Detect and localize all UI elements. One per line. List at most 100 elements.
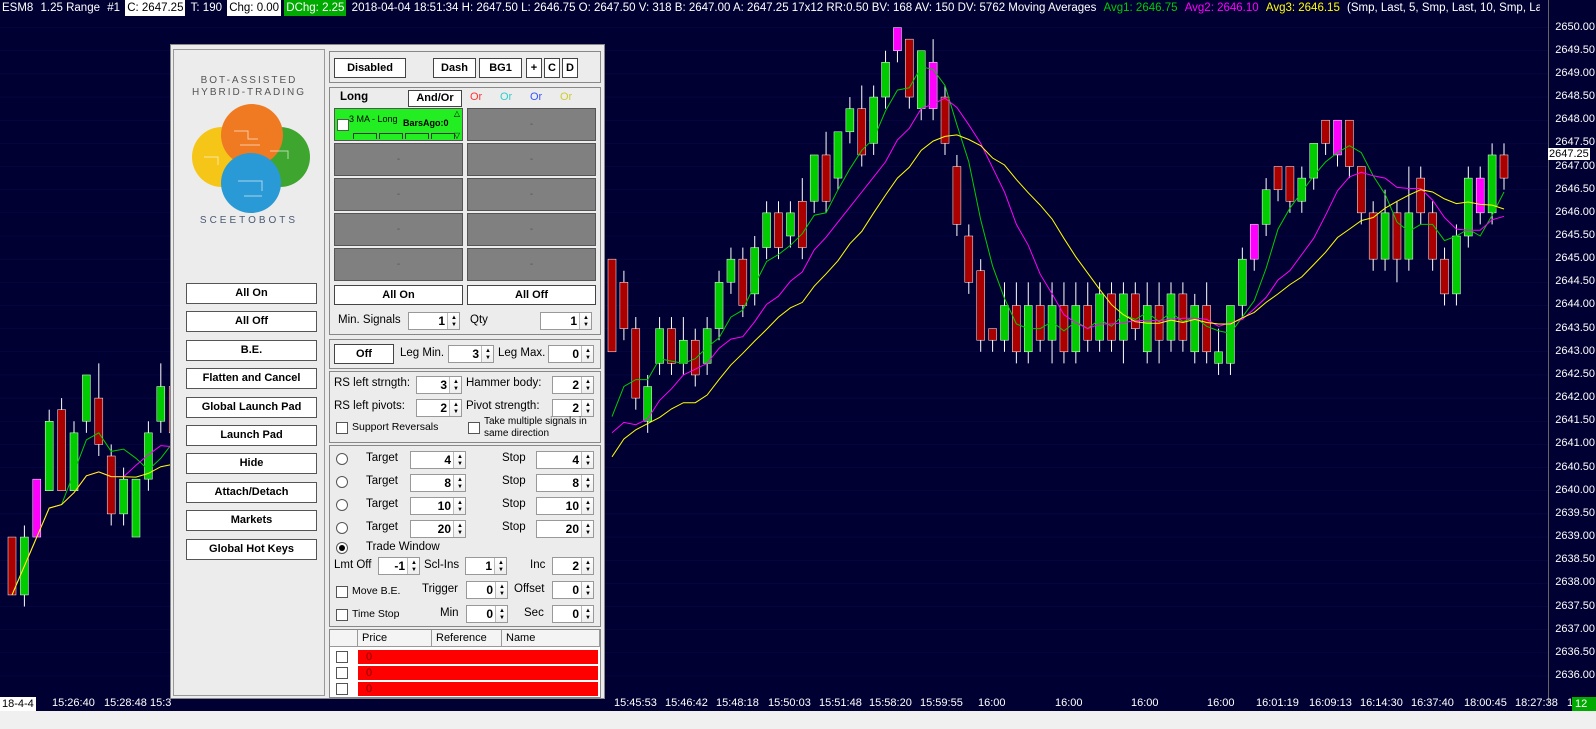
stop-stepper[interactable]: 10 ▲ ▼ [536,497,594,515]
all-on-button[interactable]: All On [186,283,317,304]
candle-body [798,201,807,248]
table-row[interactable]: 0 [358,682,598,696]
stop-stepper[interactable]: 4 ▲ ▼ [536,451,594,469]
col-price[interactable]: Price [358,630,432,646]
stop-stepper[interactable]: 20 ▲ ▼ [536,520,594,538]
or-label-2[interactable]: Or [500,91,512,103]
signal-slot[interactable]: - [467,108,596,141]
time-stop-checkbox[interactable] [336,609,348,621]
global-launch-pad-button[interactable]: Global Launch Pad [186,397,317,418]
stop-stepper[interactable]: 8 ▲ ▼ [536,474,594,492]
candle [798,178,807,260]
candle [976,259,985,352]
target-radio[interactable] [336,476,348,488]
col-reference[interactable]: Reference [432,630,502,646]
signal-slot[interactable]: - [334,213,463,246]
launch-pad-button[interactable]: Launch Pad [186,425,317,446]
support-reversals-checkbox[interactable] [336,422,348,434]
row-checkbox[interactable] [336,667,348,679]
and-or-button[interactable]: And/Or [408,90,462,107]
change-value: Chg: 0.00 [227,0,282,16]
signal-slot[interactable]: - [334,248,463,281]
leg-min-stepper[interactable]: 3 ▲ ▼ [448,345,494,363]
d-button[interactable]: D [562,58,578,78]
offset-stepper[interactable]: 0 ▲ ▼ [552,581,594,599]
inc-stepper[interactable]: 2 ▲ ▼ [552,557,594,575]
table-row[interactable]: 0 [358,666,598,680]
off-button[interactable]: Off [334,344,394,364]
target-stepper[interactable]: 4 ▲ ▼ [410,451,466,469]
candle-body [1261,189,1271,225]
target-stepper[interactable]: 20 ▲ ▼ [410,520,466,538]
candle [1404,166,1414,271]
min-signals-stepper[interactable]: 1 ▲ ▼ [408,312,460,330]
candle [1285,166,1295,213]
hammer-body-stepper[interactable]: 2 ▲ ▼ [552,376,594,394]
slot-up-arrow-icon[interactable]: △ [454,109,460,118]
b-e-button[interactable]: B.E. [186,340,317,361]
candle [1416,166,1425,225]
rs-pivots-stepper[interactable]: 2 ▲ ▼ [416,399,462,417]
target-stepper[interactable]: 10 ▲ ▼ [410,497,466,515]
slot-checkbox[interactable] [337,119,349,131]
c-button[interactable]: C [544,58,560,78]
hide-button[interactable]: Hide [186,453,317,474]
candle-body [1333,119,1342,156]
target-radio[interactable] [336,522,348,534]
plus-button[interactable]: + [526,58,542,78]
candle-body [714,282,724,329]
trigger-stepper[interactable]: 0 ▲ ▼ [466,581,508,599]
target-radio[interactable] [336,499,348,511]
signal-slot[interactable]: - [334,143,463,176]
time-tick: 16:14:30 [1360,697,1403,709]
lmt-off-stepper[interactable]: -1 ▲ ▼ [378,557,420,575]
all-off-button[interactable]: All Off [186,311,317,332]
global-hot-keys-button[interactable]: Global Hot Keys [186,539,317,560]
target-stepper[interactable]: 8 ▲ ▼ [410,474,466,492]
rs-strength-stepper[interactable]: 3 ▲ ▼ [416,376,462,394]
candle-body [845,108,855,133]
pivot-strength-stepper[interactable]: 2 ▲ ▼ [552,399,594,417]
move-be-checkbox[interactable] [336,586,348,598]
time-axis[interactable]: 15:26:40 15:28:48 15:3 15:45:53 15:46:42 15:4… [0,697,1596,711]
signal-slot[interactable]: - [467,248,596,281]
signal-slot[interactable]: - [467,213,596,246]
target-radio[interactable] [336,453,348,465]
candle [631,317,641,410]
leg-max-stepper[interactable]: 0 ▲ ▼ [548,345,594,363]
pivot-strength-label: Pivot strength: [466,400,540,412]
horizontal-scrollbar[interactable] [0,711,1596,729]
row-checkbox[interactable] [336,651,348,663]
dash-button[interactable]: Dash [433,58,476,78]
row-checkbox[interactable] [336,683,348,695]
candle-body [988,328,997,341]
sec-stepper[interactable]: 0 ▲ ▼ [552,605,594,623]
candle [144,421,153,491]
signal-slot-active[interactable]: 3 MA - Long BarsAgo:0 △ ▽ [334,108,463,141]
signal-slot[interactable]: - [467,143,596,176]
price-tick: 2636.00 [1555,669,1595,681]
qty-stepper[interactable]: 1 ▲ ▼ [540,312,592,330]
price-axis[interactable]: 2650.00 2649.00 2648.00 2647.00 2646.00 2645.… [1548,0,1596,704]
or-label-3[interactable]: Or [530,91,542,103]
take-multiple-checkbox[interactable] [468,422,480,434]
scl-ins-stepper[interactable]: 1 ▲ ▼ [465,557,507,575]
signals-all-off-button[interactable]: All Off [467,285,596,305]
candle-body [1226,305,1235,364]
bg1-button[interactable]: BG1 [479,58,522,78]
disabled-button[interactable]: Disabled [334,58,406,78]
or-label-1[interactable]: Or [470,91,482,103]
min-stepper[interactable]: 0 ▲ ▼ [466,605,508,623]
col-name[interactable]: Name [502,630,600,646]
or-label-4[interactable]: Or [560,91,572,103]
attach-detach-button[interactable]: Attach/Detach [186,482,317,503]
candle [869,85,878,155]
slot-subtitle: BarsAgo:0 [403,118,449,128]
signal-slot[interactable]: - [334,178,463,211]
signal-slot[interactable]: - [467,178,596,211]
flatten-and-cancel-button[interactable]: Flatten and Cancel [186,368,317,389]
signals-all-on-button[interactable]: All On [334,285,463,305]
table-row[interactable]: 0 [358,650,598,664]
markets-button[interactable]: Markets [186,510,317,531]
trade-window-radio[interactable] [336,542,348,554]
